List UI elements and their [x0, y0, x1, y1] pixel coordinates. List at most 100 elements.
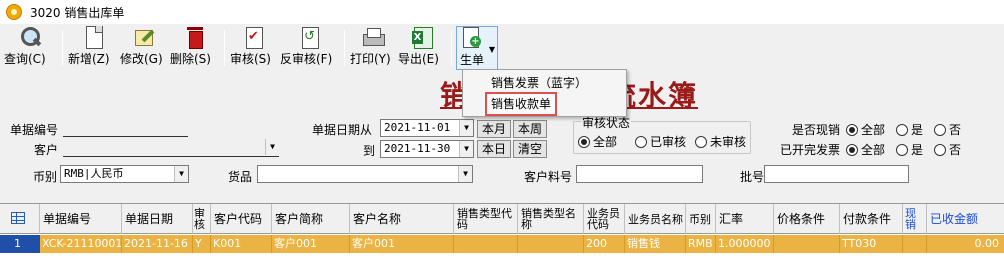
- date-to-input[interactable]: 2021-11-30 ▼: [380, 140, 474, 158]
- chevron-down-icon[interactable]: ▼: [174, 166, 188, 182]
- grid-corner[interactable]: [0, 204, 40, 234]
- cash-sale-yes-radio[interactable]: 是: [896, 121, 923, 138]
- this-month-button[interactable]: 本月: [477, 120, 511, 138]
- chevron-down-icon[interactable]: ▼: [265, 139, 279, 155]
- audit-unapproved-radio[interactable]: 未审核: [695, 133, 746, 150]
- clear-button[interactable]: 清空: [513, 140, 547, 158]
- delete-button[interactable]: 删除(S): [170, 26, 220, 70]
- cell-received-amount[interactable]: 0.00: [927, 235, 1002, 253]
- radio-empty-icon: [896, 143, 908, 156]
- calendar-dropdown-icon[interactable]: ▼: [459, 141, 473, 157]
- edit-pen-icon: [133, 26, 155, 48]
- currency-label: 币别: [33, 170, 58, 184]
- magnifier-icon: [19, 26, 41, 48]
- toolbar-separator: [344, 30, 345, 66]
- cell-doc-no[interactable]: XCK-21110001: [40, 235, 122, 253]
- radio-empty-icon: [695, 135, 707, 148]
- radio-label: 否: [949, 123, 962, 137]
- column-header[interactable]: 客户名称: [350, 204, 454, 234]
- edit-button[interactable]: 修改(G): [120, 26, 168, 70]
- column-header[interactable]: 价格条件: [774, 204, 840, 234]
- this-week-button[interactable]: 本周: [513, 120, 547, 138]
- column-header[interactable]: 现销: [903, 204, 927, 234]
- toolbar: 查询(C) 新增(Z) 修改(G) 删除(S) 审核(S) 反审核(F) 打印(…: [0, 24, 1004, 70]
- column-header[interactable]: 业务员名称: [625, 204, 686, 234]
- cell-customer-short[interactable]: 客户001: [272, 235, 350, 253]
- cash-sale-no-radio[interactable]: 否: [934, 121, 961, 138]
- calendar-dropdown-icon[interactable]: ▼: [459, 120, 473, 136]
- row-number[interactable]: 1: [0, 235, 40, 253]
- generate-document-icon: [459, 27, 481, 49]
- cell-payment-terms[interactable]: TT030: [840, 235, 903, 253]
- cell-price-terms[interactable]: [774, 235, 840, 253]
- generate-button[interactable]: 生单 ▼: [456, 26, 498, 70]
- query-button[interactable]: 查询(C): [4, 26, 56, 70]
- cell-rate[interactable]: 1.000000: [716, 235, 774, 253]
- column-header[interactable]: 审核: [193, 204, 211, 234]
- column-header[interactable]: 单据日期: [122, 204, 193, 234]
- column-header[interactable]: 销售类型名称: [518, 204, 584, 234]
- menu-item-sales-invoice[interactable]: 销售发票（蓝字）: [491, 73, 587, 93]
- add-button[interactable]: 新增(Z): [68, 26, 118, 70]
- batch-input[interactable]: [764, 165, 909, 183]
- date-from-value: 2021-11-01: [384, 121, 451, 134]
- chevron-down-icon[interactable]: ▼: [458, 166, 472, 182]
- column-header[interactable]: 币别: [686, 204, 716, 234]
- edit-label: 修改(G): [120, 52, 163, 66]
- date-from-input[interactable]: 2021-11-01 ▼: [380, 119, 474, 137]
- invoiced-label: 已开完发票: [780, 143, 841, 157]
- audit-check-icon: [242, 26, 264, 49]
- menu-item-sales-receipt[interactable]: 销售收款单: [484, 92, 558, 116]
- unaudit-label: 反审核(F): [280, 52, 333, 66]
- delete-label: 删除(S): [170, 52, 211, 66]
- audit-approved-radio[interactable]: 已审核: [635, 133, 686, 150]
- cell-customer-code[interactable]: K001: [211, 235, 272, 253]
- toolbar-separator: [451, 30, 452, 66]
- query-label: 查询(C): [4, 52, 46, 66]
- invoiced-yes-radio[interactable]: 是: [896, 141, 923, 158]
- goods-label: 货品: [228, 170, 253, 184]
- column-header[interactable]: 汇率: [716, 204, 774, 234]
- cell-salesman-code[interactable]: 200: [584, 235, 625, 253]
- cash-sale-label: 是否现销: [792, 123, 841, 137]
- column-header[interactable]: 客户代码: [211, 204, 272, 234]
- radio-label: 是: [911, 123, 924, 137]
- column-header[interactable]: 客户简称: [272, 204, 350, 234]
- audit-all-radio[interactable]: 全部: [578, 133, 617, 150]
- export-button[interactable]: 导出(E): [398, 26, 446, 70]
- today-button[interactable]: 本日: [477, 140, 511, 158]
- print-button[interactable]: 打印(Y): [350, 26, 396, 70]
- goods-combo[interactable]: ▼: [257, 165, 473, 183]
- currency-combo[interactable]: RMB|人民币 ▼: [60, 165, 189, 183]
- column-header[interactable]: 业务员代码: [584, 204, 625, 234]
- column-header[interactable]: 单据编号: [40, 204, 122, 234]
- invoiced-no-radio[interactable]: 否: [934, 141, 961, 158]
- dropdown-arrow-icon[interactable]: ▼: [489, 45, 495, 54]
- toolbar-separator: [224, 30, 225, 66]
- cash-sale-all-radio[interactable]: 全部: [846, 121, 885, 138]
- cell-cash-sale[interactable]: [903, 235, 927, 253]
- column-header[interactable]: 付款条件: [840, 204, 903, 234]
- customer-material-input[interactable]: [576, 165, 703, 183]
- audit-label: 审核(S): [230, 52, 271, 66]
- cell-currency[interactable]: RMB: [686, 235, 716, 253]
- cell-sales-type-name[interactable]: [518, 235, 584, 253]
- unaudit-button[interactable]: 反审核(F): [280, 26, 338, 70]
- date-to-label: 到: [363, 144, 376, 158]
- doc-no-input[interactable]: [63, 119, 188, 137]
- cell-sales-type-code[interactable]: [454, 235, 518, 253]
- column-header[interactable]: 已收金额: [927, 204, 1004, 234]
- customer-material-label: 客户料号: [524, 170, 573, 184]
- cell-salesman-name[interactable]: 销售钱: [625, 235, 686, 253]
- audit-status-group: 审核状态 全部 已审核 未审核: [573, 114, 751, 154]
- column-header[interactable]: 销售类型代码: [454, 204, 518, 234]
- grid-settings-icon[interactable]: [11, 212, 25, 224]
- cell-customer-name[interactable]: 客户001: [350, 235, 454, 253]
- cell-audit[interactable]: Y: [193, 235, 211, 253]
- radio-label: 是: [911, 143, 924, 157]
- customer-combo[interactable]: ▼: [63, 139, 279, 157]
- table-row[interactable]: 1 XCK-21110001 2021-11-16 Y K001 客户001 客…: [0, 235, 1004, 253]
- audit-button[interactable]: 审核(S): [230, 26, 276, 70]
- cell-doc-date[interactable]: 2021-11-16: [122, 235, 193, 253]
- invoiced-all-radio[interactable]: 全部: [846, 141, 885, 158]
